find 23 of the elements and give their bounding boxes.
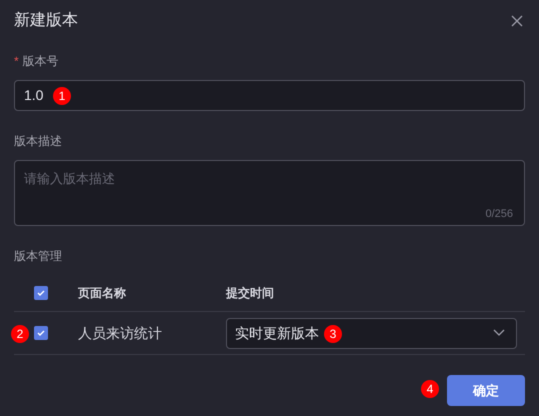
checkbox[interactable] xyxy=(34,326,48,340)
chevron-down-icon xyxy=(493,329,505,337)
character-counter: 0/256 xyxy=(485,206,513,222)
input-field[interactable]: 1.0 1 xyxy=(14,80,525,111)
callout-badge: 1 xyxy=(53,87,71,105)
checkbox[interactable] xyxy=(34,286,48,300)
required-mark: * xyxy=(14,53,19,70)
table-cell-text: 人员来访统计 xyxy=(78,324,163,342)
check-icon xyxy=(36,288,46,298)
close-icon[interactable] xyxy=(511,15,523,27)
field-label: 版本描述 xyxy=(14,133,63,150)
callout-badge: 2 xyxy=(11,325,29,343)
section-label: 版本管理 xyxy=(14,248,63,265)
dialog-title: 新建版本 xyxy=(14,10,78,31)
callout-badge: 4 xyxy=(421,380,439,398)
dropdown-select[interactable]: 实时更新版本 3 xyxy=(226,318,517,348)
placeholder-text: 请输入版本描述 xyxy=(24,170,115,188)
confirm-button[interactable]: 确定 xyxy=(447,375,525,406)
check-icon xyxy=(36,328,46,338)
callout-badge: 3 xyxy=(324,324,342,342)
field-label: 版本号 xyxy=(22,53,59,70)
column-header: 提交时间 xyxy=(226,284,274,302)
column-header: 页面名称 xyxy=(78,284,127,302)
